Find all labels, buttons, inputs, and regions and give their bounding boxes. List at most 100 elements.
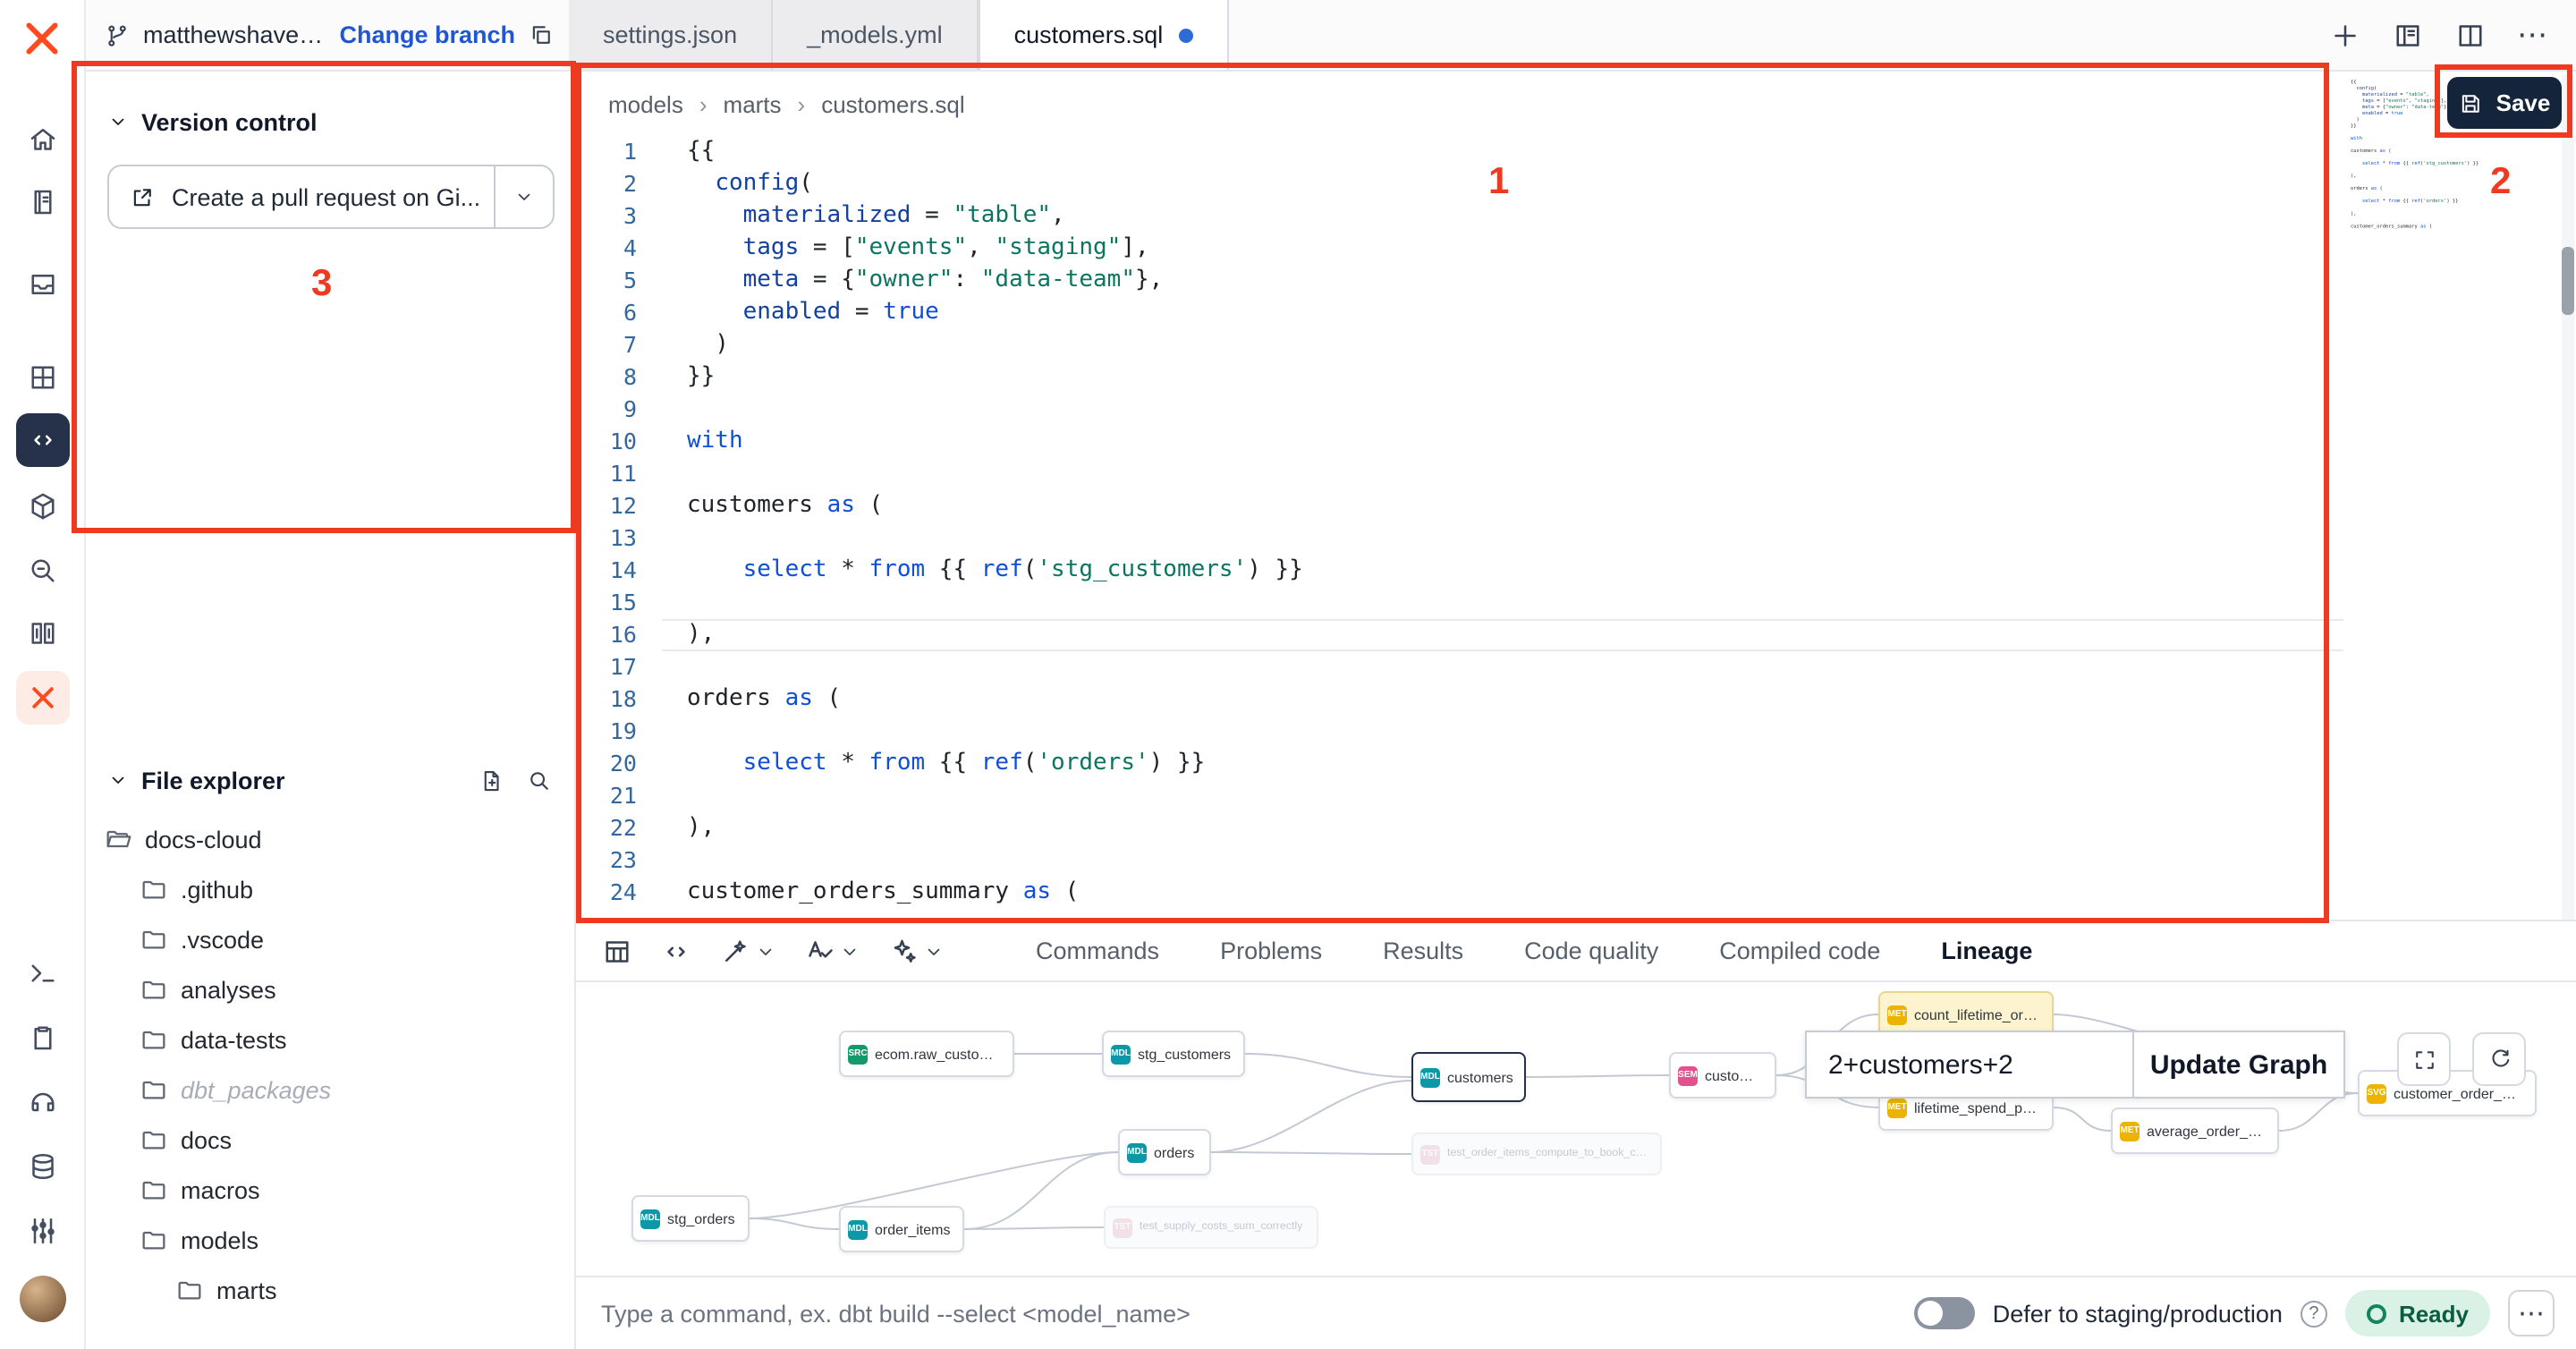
- status-overflow-button[interactable]: ⋯: [2508, 1290, 2555, 1336]
- sidebar-item-search-doc[interactable]: [16, 544, 70, 598]
- code-line[interactable]: [662, 651, 2343, 683]
- code-line[interactable]: [662, 394, 2343, 426]
- lineage-canvas[interactable]: 2+customers+2 Update Graph SRCecom.raw_c…: [576, 982, 2576, 1276]
- lineage-node-raw-customers[interactable]: SRCecom.raw_customers: [839, 1031, 1014, 1077]
- sidebar-item-dbt[interactable]: [16, 671, 70, 725]
- fullscreen-button[interactable]: [2397, 1032, 2451, 1086]
- code-line[interactable]: }}: [662, 361, 2343, 394]
- lineage-node-stg-orders[interactable]: MDLstg_orders: [631, 1195, 750, 1242]
- ready-status-badge[interactable]: Ready: [2345, 1290, 2490, 1336]
- panel-tab-code-quality[interactable]: Code quality: [1524, 938, 1658, 964]
- file-tree-item-docs[interactable]: docs: [86, 1115, 574, 1165]
- sidebar-item-code-editor[interactable]: [16, 413, 70, 467]
- panel-list-icon[interactable]: [2392, 19, 2424, 51]
- file-tree-item-analyses[interactable]: analyses: [86, 964, 574, 1014]
- lineage-node-test-order-items[interactable]: TSTtest_order_items_compute_to_book_corr…: [1411, 1133, 1662, 1175]
- file-tree-item-models[interactable]: models: [86, 1215, 574, 1265]
- create-pr-button[interactable]: Create a pull request on Gi...: [107, 165, 555, 229]
- create-pr-dropdown[interactable]: [494, 166, 553, 227]
- file-tree-item-.vscode[interactable]: .vscode: [86, 914, 574, 964]
- lineage-node-test-supply-costs[interactable]: TSTtest_supply_costs_sum_correctly: [1104, 1206, 1318, 1249]
- sidebar-item-package[interactable]: [16, 479, 70, 533]
- code-lines[interactable]: {{ config( materialized = "table", tags …: [662, 136, 2343, 909]
- search-icon[interactable]: [526, 767, 553, 793]
- code-line[interactable]: [662, 844, 2343, 877]
- breadcrumb-segment[interactable]: models: [608, 91, 683, 118]
- code-line[interactable]: materialized = "table",: [662, 200, 2343, 233]
- lineage-node-orders-model[interactable]: MDLorders: [1118, 1129, 1211, 1175]
- sidebar-item-abacus[interactable]: [16, 1204, 70, 1258]
- code-line[interactable]: tags = ["events", "staging"],: [662, 233, 2343, 265]
- code-line[interactable]: ),: [662, 619, 2343, 651]
- editor-scrollbar-track[interactable]: [2562, 75, 2574, 920]
- change-branch-link[interactable]: Change branch: [339, 21, 515, 48]
- code-line[interactable]: meta = {"owner": "data-team"},: [662, 265, 2343, 297]
- add-tab-icon[interactable]: [2329, 19, 2361, 51]
- editor-scrollbar-thumb[interactable]: [2562, 247, 2574, 315]
- tab-settings.json[interactable]: settings.json: [569, 0, 773, 70]
- sidebar-item-compare[interactable]: [16, 607, 70, 660]
- breadcrumb-segment[interactable]: marts: [724, 91, 782, 118]
- code-line[interactable]: select * from {{ ref('stg_customers') }}: [662, 555, 2343, 587]
- tab-customers.sql[interactable]: customers.sql: [979, 0, 1230, 70]
- lineage-node-stg-customers[interactable]: MDLstg_customers: [1102, 1031, 1245, 1077]
- file-tree-item-marts[interactable]: marts: [86, 1265, 574, 1315]
- create-pr-button-main[interactable]: Create a pull request on Gi...: [109, 166, 494, 227]
- sidebar-item-terminal[interactable]: [16, 946, 70, 1000]
- code-line[interactable]: customer_orders_summary as (: [662, 877, 2343, 909]
- panel-tab-commands[interactable]: Commands: [1036, 938, 1159, 964]
- code-line[interactable]: customers as (: [662, 490, 2343, 522]
- lineage-node-customers-model[interactable]: MDLcustomers: [1411, 1052, 1526, 1102]
- sidebar-item-headset[interactable]: [16, 1075, 70, 1129]
- sidebar-item-inbox[interactable]: [16, 258, 70, 311]
- lineage-node-order-items[interactable]: MDLorder_items: [839, 1206, 964, 1252]
- defer-toggle[interactable]: [1914, 1297, 1975, 1329]
- file-tree-item-data-tests[interactable]: data-tests: [86, 1014, 574, 1065]
- file-tree-item-.github[interactable]: .github: [86, 864, 574, 914]
- breadcrumb-segment[interactable]: customers.sql: [821, 91, 964, 118]
- ai-assist-button[interactable]: [887, 935, 945, 967]
- file-tree-item-macros[interactable]: macros: [86, 1165, 574, 1215]
- code-line[interactable]: select * from {{ ref('orders') }}: [662, 748, 2343, 780]
- results-table-button[interactable]: [601, 935, 633, 967]
- code-line[interactable]: [662, 780, 2343, 812]
- code-line[interactable]: orders as (: [662, 683, 2343, 716]
- update-graph-button[interactable]: Update Graph: [2132, 1032, 2343, 1097]
- sidebar-item-home[interactable]: [16, 113, 70, 166]
- code-line[interactable]: ),: [662, 812, 2343, 844]
- new-file-icon[interactable]: [478, 767, 504, 793]
- panel-tab-compiled-code[interactable]: Compiled code: [1719, 938, 1880, 964]
- code-line[interactable]: [662, 587, 2343, 619]
- lineage-selector-input[interactable]: 2+customers+2: [1807, 1032, 2132, 1097]
- file-tree-item-docs-cloud[interactable]: docs-cloud: [86, 814, 574, 864]
- panel-split-icon[interactable]: [2454, 19, 2487, 51]
- minimap[interactable]: {{ config( materialized = "table", tags …: [2351, 79, 2551, 490]
- lint-fix-button[interactable]: [719, 935, 776, 967]
- sidebar-item-notebook[interactable]: [16, 175, 70, 229]
- command-input[interactable]: Type a command, ex. dbt build --select <…: [576, 1300, 1191, 1327]
- code-line[interactable]: {{: [662, 136, 2343, 168]
- sidebar-item-grid[interactable]: [16, 351, 70, 404]
- copy-icon[interactable]: [528, 21, 555, 48]
- lineage-node-average-order-value[interactable]: METaverage_order_value: [2111, 1107, 2279, 1154]
- code-line[interactable]: [662, 458, 2343, 490]
- refresh-graph-button[interactable]: [2472, 1032, 2526, 1086]
- code-line[interactable]: [662, 716, 2343, 748]
- version-control-header[interactable]: Version control: [86, 97, 574, 147]
- panel-tab-problems[interactable]: Problems: [1220, 938, 1322, 964]
- overflow-menu-icon[interactable]: ⋯: [2517, 20, 2547, 50]
- code-line[interactable]: enabled = true: [662, 297, 2343, 329]
- panel-tab-results[interactable]: Results: [1383, 938, 1463, 964]
- code-line[interactable]: with: [662, 426, 2343, 458]
- file-explorer-header[interactable]: File explorer: [86, 755, 574, 805]
- tab-_models.yml[interactable]: _models.yml: [773, 0, 979, 70]
- sidebar-item-clipboard[interactable]: [16, 1011, 70, 1065]
- lineage-node-customers-semantic[interactable]: SEMcustomers: [1669, 1052, 1776, 1099]
- code-line[interactable]: ): [662, 329, 2343, 361]
- code-view-button[interactable]: [660, 935, 692, 967]
- code-line[interactable]: config(: [662, 168, 2343, 200]
- help-icon[interactable]: ?: [2301, 1300, 2327, 1327]
- code-line[interactable]: [662, 522, 2343, 555]
- format-button[interactable]: [803, 935, 860, 967]
- panel-tab-lineage[interactable]: Lineage: [1941, 938, 2032, 964]
